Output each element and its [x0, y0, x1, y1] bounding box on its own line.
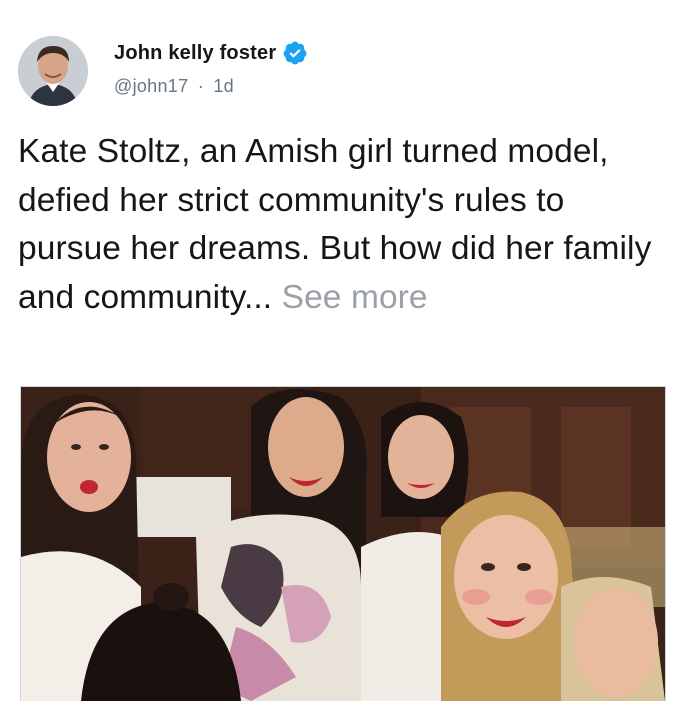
see-more-link[interactable]: See more: [282, 279, 428, 316]
avatar[interactable]: [18, 36, 88, 106]
avatar-image: [18, 36, 88, 106]
tweet-text: Kate Stoltz, an Amish girl turned model,…: [18, 128, 668, 322]
tweet-timestamp[interactable]: 1d: [213, 76, 234, 96]
verified-badge-icon: [282, 40, 308, 66]
author-block: John kelly foster @john17 · 1d: [114, 40, 308, 97]
tweet-header: John kelly foster @john17 · 1d: [18, 36, 678, 112]
meta-separator: ·: [197, 76, 205, 96]
author-handle[interactable]: @john17: [114, 76, 188, 96]
name-row: John kelly foster: [114, 40, 308, 66]
author-name[interactable]: John kelly foster: [114, 42, 276, 65]
tweet-media-image[interactable]: [20, 386, 666, 701]
group-photo: [21, 387, 665, 701]
tweet-meta: @john17 · 1d: [114, 76, 308, 97]
